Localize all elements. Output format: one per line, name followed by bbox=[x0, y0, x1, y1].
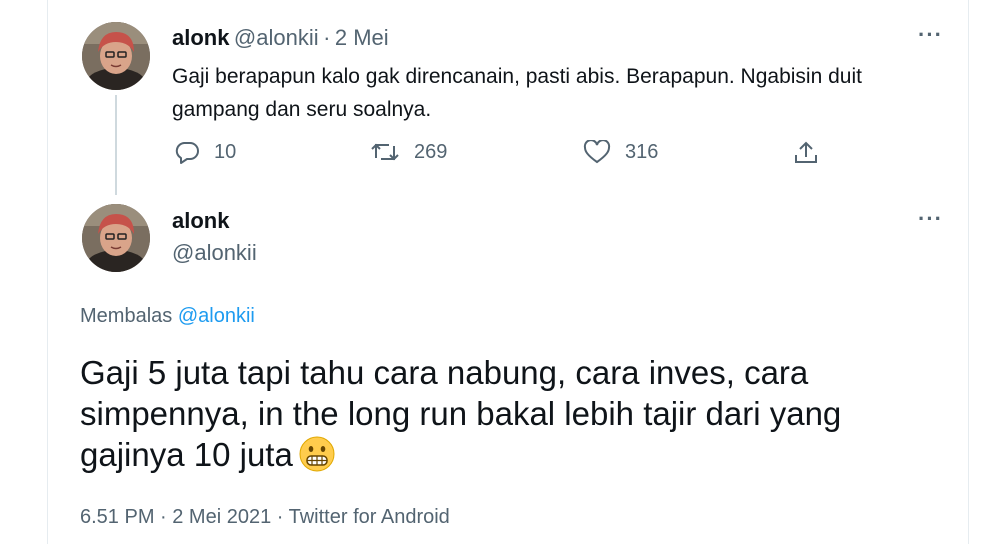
tweet-text: Gaji 5 juta tapi tahu cara nabung, cara … bbox=[80, 354, 842, 473]
username[interactable]: @alonkii bbox=[172, 240, 257, 265]
replying-to-label: Membalas bbox=[80, 305, 173, 327]
tweet-header: alonk @alonkii · 2 Mei bbox=[172, 25, 389, 51]
tweet-text: Gaji berapapun kalo gak direncanain, pas… bbox=[172, 65, 862, 121]
more-options-icon[interactable]: ··· bbox=[918, 24, 943, 46]
tweet-text-block: Gaji 5 juta tapi tahu cara nabung, cara … bbox=[80, 352, 940, 481]
display-name[interactable]: alonk bbox=[172, 208, 229, 233]
share-icon bbox=[793, 140, 819, 166]
tweet-date[interactable]: 2 Mei bbox=[335, 25, 389, 50]
retweet-count: 269 bbox=[414, 140, 448, 163]
tweet-timestamp[interactable]: 6.51 PM · 2 Mei 2021 · Twitter for Andro… bbox=[80, 506, 450, 529]
display-name-row: alonk bbox=[172, 208, 229, 234]
avatar[interactable] bbox=[82, 204, 150, 272]
retweet-button[interactable]: 269 bbox=[370, 140, 447, 164]
username-row: @alonkii bbox=[172, 240, 257, 266]
replying-to: Membalas @alonkii bbox=[80, 305, 255, 328]
username[interactable]: @alonkii bbox=[234, 25, 319, 50]
grimacing-face-emoji-icon bbox=[299, 436, 335, 481]
display-name[interactable]: alonk bbox=[172, 25, 229, 50]
left-border bbox=[47, 0, 48, 544]
reply-button[interactable]: 10 bbox=[174, 140, 236, 164]
share-button[interactable] bbox=[793, 140, 819, 166]
separator: · bbox=[323, 25, 331, 50]
avatar[interactable] bbox=[82, 22, 150, 90]
like-count: 316 bbox=[625, 140, 659, 163]
reply-count: 10 bbox=[214, 140, 237, 163]
reply-icon bbox=[174, 140, 200, 164]
replying-to-mention[interactable]: @alonkii bbox=[178, 305, 255, 327]
heart-icon bbox=[583, 140, 611, 164]
right-border bbox=[968, 0, 969, 544]
like-button[interactable]: 316 bbox=[583, 140, 658, 164]
thread-connector-line bbox=[115, 95, 117, 195]
more-options-icon[interactable]: ··· bbox=[918, 208, 943, 230]
retweet-icon bbox=[370, 140, 400, 164]
